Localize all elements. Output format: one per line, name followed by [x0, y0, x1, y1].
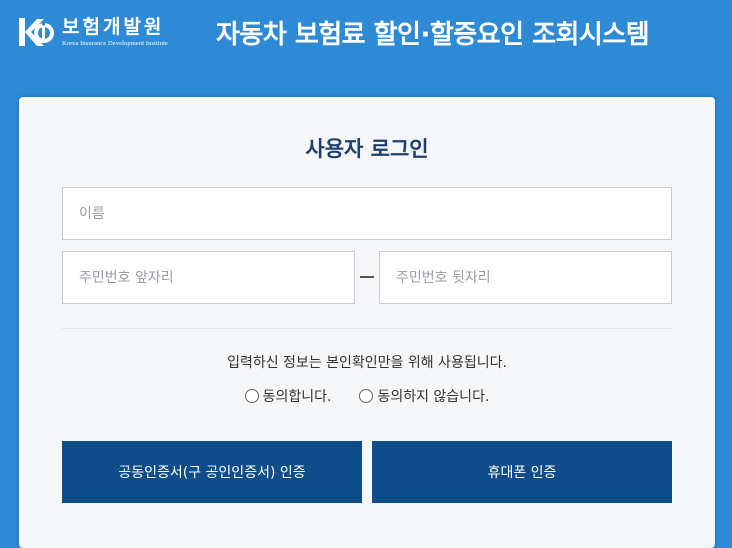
header: 보험개발원 Korea Insurance Development Instit…: [0, 0, 732, 70]
rrn-separator-dash: [360, 276, 374, 278]
kidi-logo[interactable]: 보험개발원 Korea Insurance Development Instit…: [18, 14, 198, 52]
logo-subtitle: Korea Insurance Development Institute: [62, 40, 169, 48]
agree-label: 동의합니다.: [262, 389, 332, 405]
login-card: 사용자 로그인 입력하신 정보는 본인확인만을 위해 사용됩니다. 동의합니다.…: [19, 97, 715, 548]
disagree-label: 동의하지 않습니다.: [377, 389, 490, 405]
name-input[interactable]: [62, 187, 672, 240]
phone-auth-button[interactable]: 휴대폰 인증: [372, 441, 672, 503]
disagree-radio[interactable]: [359, 389, 374, 403]
app-title: 자동차 보험료 할인·할증요인 조회시스템: [216, 20, 650, 50]
logo-name: 보험개발원: [62, 16, 165, 39]
rrn-back-input[interactable]: [379, 251, 672, 304]
consent-disagree-option[interactable]: 동의하지 않습니다.: [359, 386, 489, 406]
consent-options: 동의합니다. 동의하지 않습니다.: [19, 386, 715, 406]
rrn-front-input[interactable]: [62, 251, 355, 304]
kidi-logo-icon: [18, 16, 58, 50]
consent-agree-option[interactable]: 동의합니다.: [244, 386, 332, 406]
divider: [62, 328, 672, 329]
privacy-notice: 입력하신 정보는 본인확인만을 위해 사용됩니다.: [227, 355, 507, 371]
agree-radio[interactable]: [244, 389, 259, 403]
certificate-auth-button[interactable]: 공동인증서(구 공인인증서) 인증: [62, 441, 362, 503]
login-heading: 사용자 로그인: [305, 137, 429, 161]
